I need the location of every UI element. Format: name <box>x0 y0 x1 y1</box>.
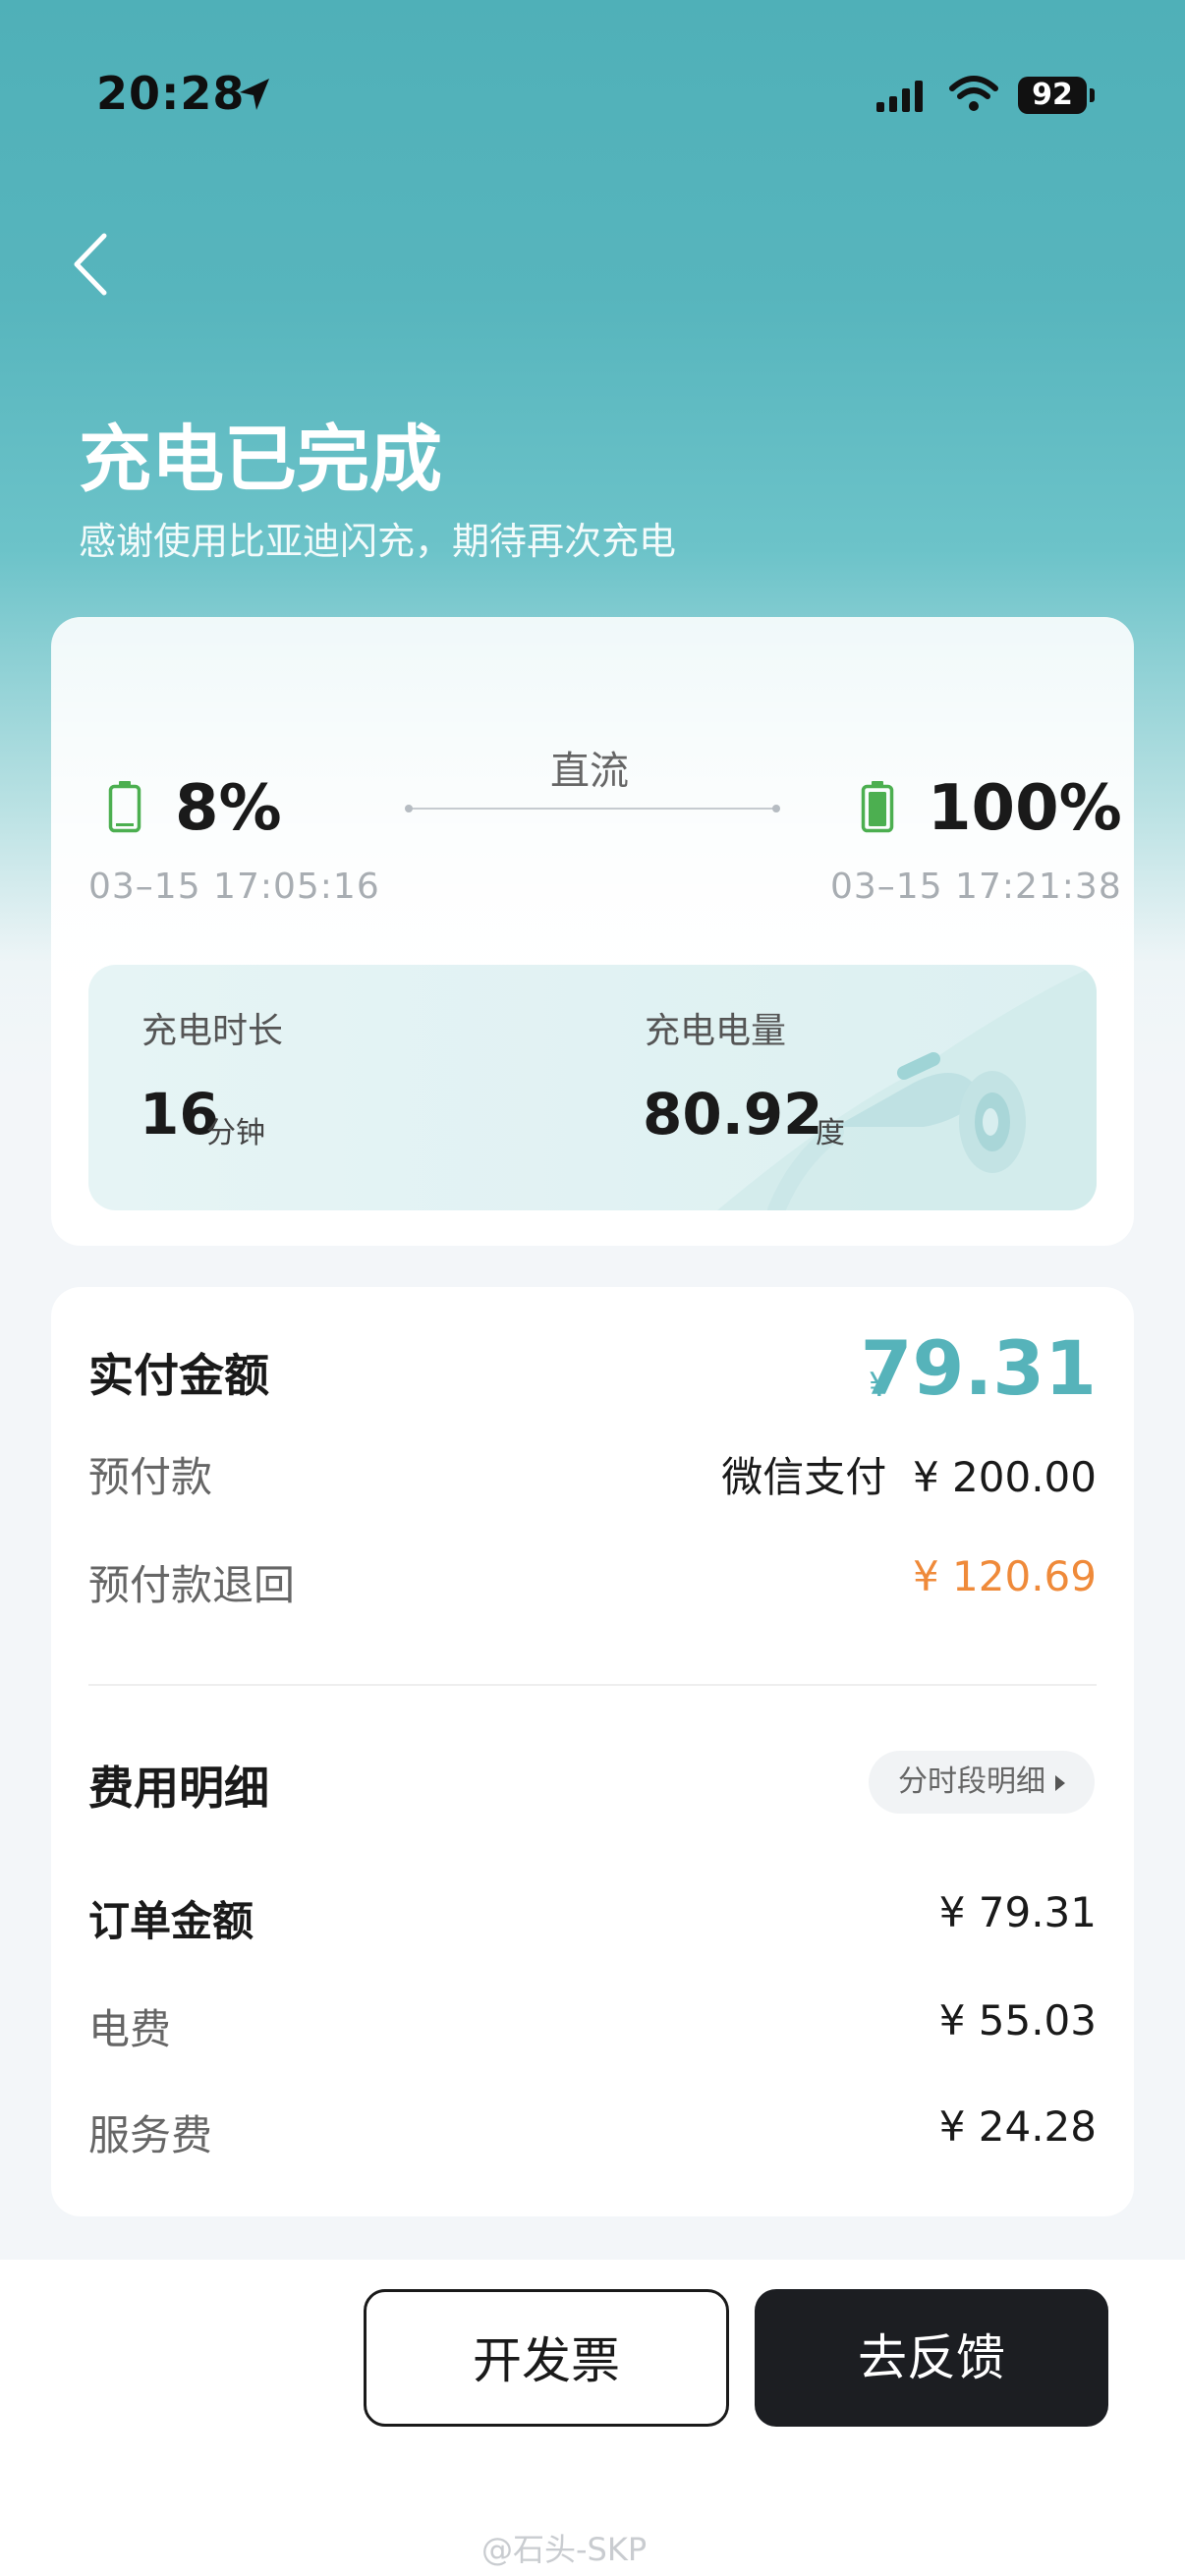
battery-low-icon <box>108 781 141 833</box>
energy-label: 充电电量 <box>645 1011 787 1051</box>
time-period-detail-label: 分时段明细 <box>898 1764 1045 1799</box>
energy-value: 80.92 <box>643 1081 823 1148</box>
status-time: 20:28 <box>96 67 246 120</box>
refund-value: ¥ 120.69 <box>912 1552 1097 1600</box>
battery-full-icon <box>861 781 894 833</box>
time-period-detail-button[interactable]: 分时段明细 <box>869 1751 1095 1814</box>
section-divider <box>88 1684 1097 1686</box>
duration-unit: 分钟 <box>206 1116 265 1150</box>
mode-line-end-dot <box>772 805 780 812</box>
wifi-icon <box>949 76 998 111</box>
page-title: 充电已完成 <box>79 418 442 502</box>
fee-detail-title: 费用明细 <box>88 1762 269 1815</box>
fee-row-value: ¥ 24.28 <box>938 2102 1097 2151</box>
fee-row-label: 订单金额 <box>88 1897 254 1945</box>
prepay-value: 微信支付 ¥ 200.00 <box>721 1453 1097 1501</box>
fee-row-value: ¥ 79.31 <box>938 1888 1097 1936</box>
page-subtitle: 感谢使用比亚迪闪充，期待再次充电 <box>79 520 677 563</box>
paid-amount-label: 实付金额 <box>88 1349 269 1402</box>
watermark: @石头-SKP <box>481 2531 648 2568</box>
issue-invoice-button[interactable]: 开发票 <box>364 2289 729 2427</box>
prepay-label: 预付款 <box>88 1453 213 1501</box>
energy-unit: 度 <box>816 1116 845 1150</box>
fee-row-label: 电费 <box>88 2005 172 2053</box>
fee-row-label: 服务费 <box>88 2111 213 2159</box>
location-arrow-icon <box>240 79 269 110</box>
start-battery-percent: 8% <box>175 772 282 845</box>
fee-row-value: ¥ 55.03 <box>938 1996 1097 2044</box>
cellular-signal-icon <box>876 81 923 112</box>
mode-divider-line <box>407 808 776 810</box>
back-chevron-icon[interactable] <box>65 228 118 301</box>
end-battery-percent: 100% <box>928 772 1122 845</box>
start-time: 03–15 17:05:16 <box>88 867 380 907</box>
caret-right-icon <box>1055 1774 1065 1791</box>
feedback-button[interactable]: 去反馈 <box>755 2289 1108 2427</box>
battery-level: 92 <box>1018 77 1087 114</box>
refund-label: 预付款退回 <box>88 1561 296 1609</box>
duration-label: 充电时长 <box>141 1011 284 1051</box>
mode-line-start-dot <box>405 805 413 812</box>
charging-mode: 直流 <box>550 749 629 794</box>
battery-cap <box>1090 88 1095 102</box>
paid-amount-value: 79.31 <box>860 1324 1097 1412</box>
charging-stats-box: 充电时长 16 分钟 充电电量 80.92 度 <box>88 965 1097 1210</box>
end-time: 03–15 17:21:38 <box>830 867 1122 907</box>
